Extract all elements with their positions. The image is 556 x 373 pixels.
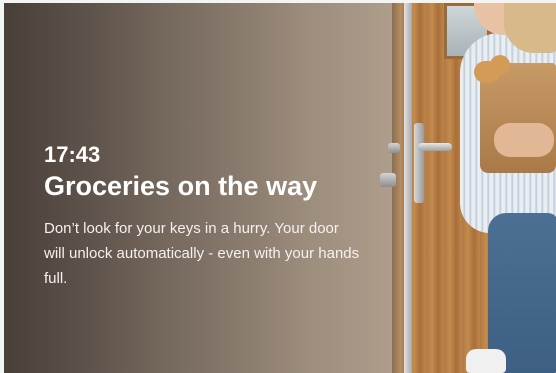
person-arm (494, 123, 554, 157)
door-handle-plate (414, 123, 424, 203)
hero-banner: 17:43 Groceries on the way Don’t look fo… (0, 0, 556, 373)
smart-lock-bolt (380, 173, 396, 187)
bread-loaf (490, 55, 510, 75)
hero-copy: 17:43 Groceries on the way Don’t look fo… (44, 142, 374, 291)
notification-time: 17:43 (44, 142, 101, 167)
hero-headline: Groceries on the way (44, 171, 318, 201)
person-shoe (466, 349, 506, 373)
door-edge (404, 3, 412, 373)
smart-lock-sensor (388, 143, 400, 153)
door-handle (418, 143, 452, 151)
hero-description: Don’t look for your keys in a hurry. You… (44, 220, 360, 287)
